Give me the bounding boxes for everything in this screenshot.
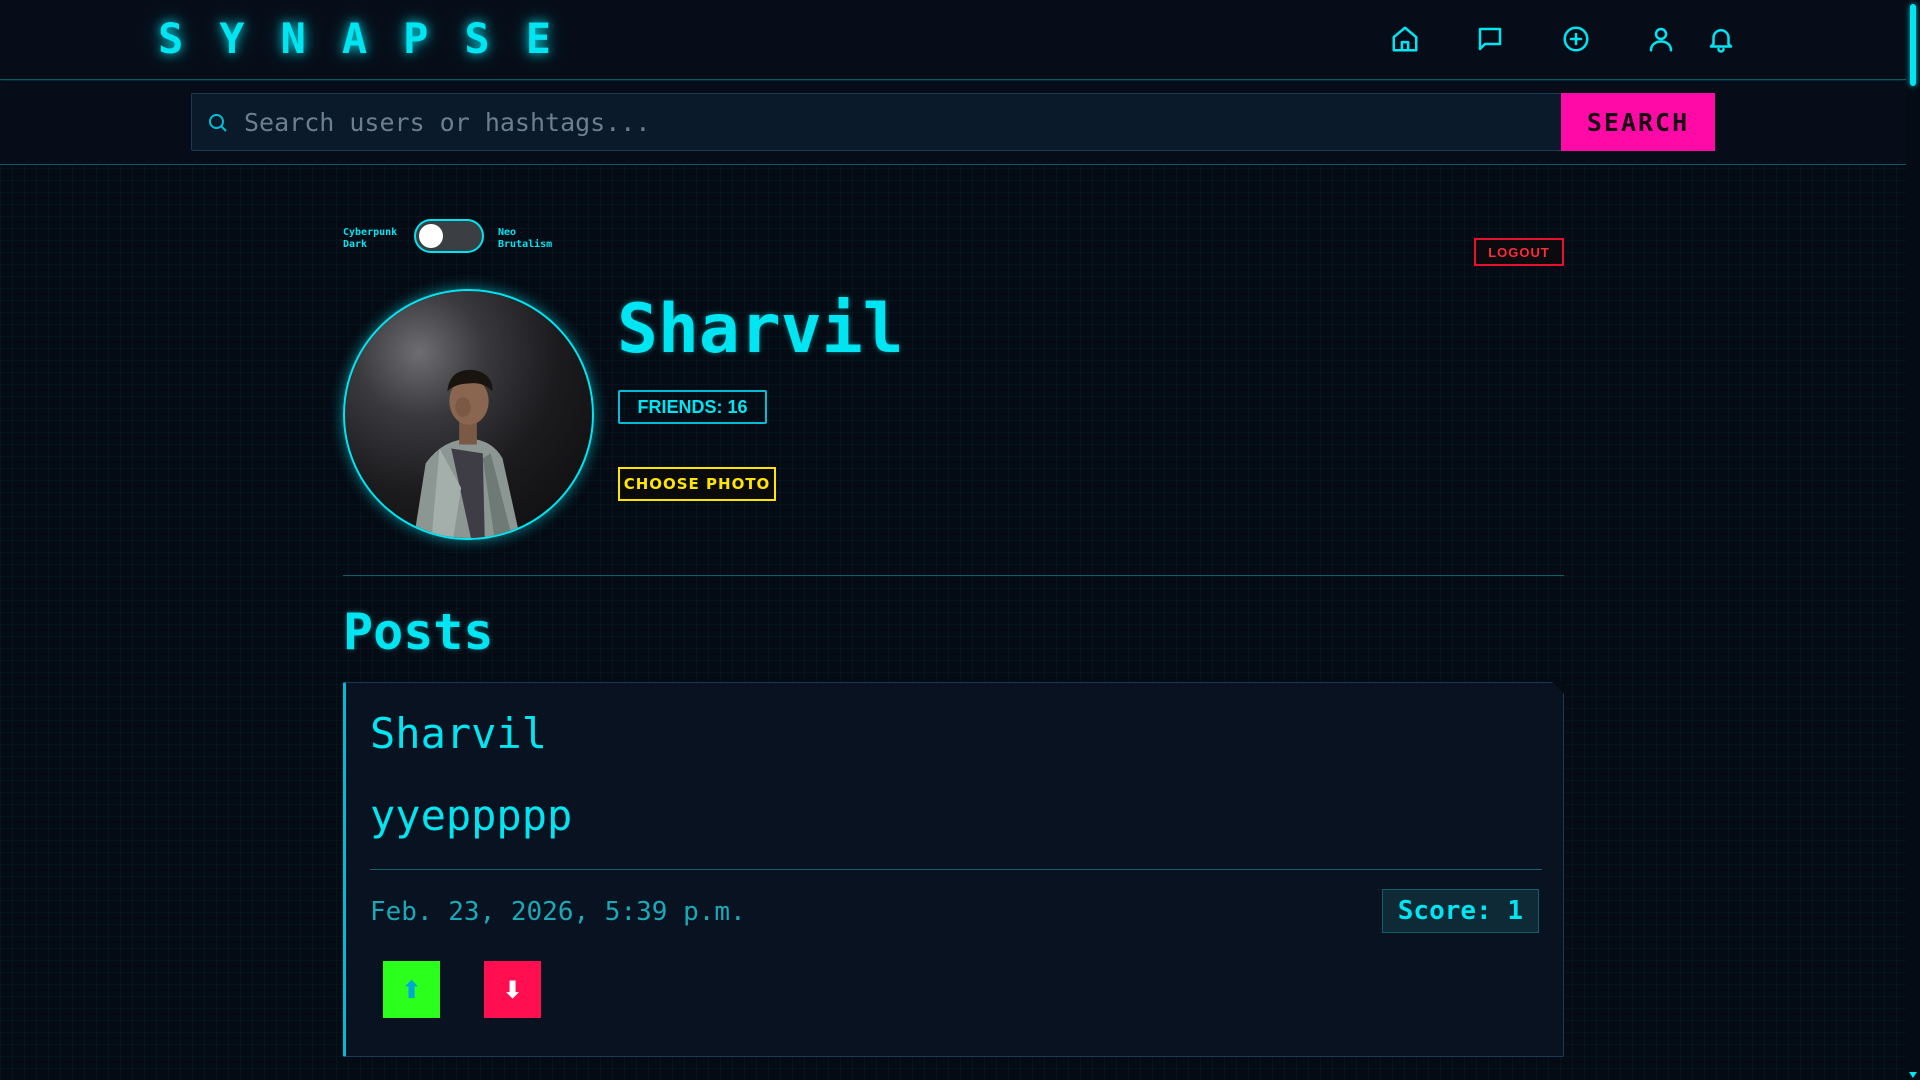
choose-photo-button[interactable]: CHOOSE PHOTO — [618, 467, 776, 501]
post-score: Score: 1 — [1381, 889, 1539, 933]
theme-switch[interactable] — [414, 219, 484, 253]
post-divider — [370, 869, 1542, 870]
page-scrollbar[interactable] — [1906, 0, 1920, 1080]
brand-logo[interactable]: SYNAPSE — [158, 14, 587, 63]
avatar — [343, 289, 594, 540]
arrow-up-icon: ⬆ — [401, 975, 422, 1004]
chat-bubble-icon[interactable] — [1473, 22, 1507, 56]
search-bar: SEARCH — [0, 81, 1906, 165]
user-icon[interactable] — [1644, 22, 1678, 56]
posts-heading: Posts — [343, 603, 494, 661]
arrow-down-icon: ⬇ — [502, 975, 523, 1004]
downvote-button[interactable]: ⬇ — [484, 961, 541, 1018]
search-button[interactable]: SEARCH — [1561, 93, 1715, 151]
scrollbar-thumb[interactable] — [1910, 4, 1916, 86]
home-icon[interactable] — [1388, 22, 1422, 56]
search-icon — [206, 111, 230, 135]
friends-count-badge[interactable]: FRIENDS: 16 — [618, 390, 767, 424]
post-card: Sharvil yyeppppp Feb. 23, 2026, 5:39 p.m… — [343, 682, 1564, 1057]
theme-label-neo-brutalism: Neo Brutalism — [498, 227, 553, 250]
post-timestamp: Feb. 23, 2026, 5:39 p.m. — [370, 897, 746, 927]
scroll-down-arrow-icon[interactable] — [1909, 1072, 1917, 1078]
switch-knob — [419, 224, 443, 248]
search-box: SEARCH — [191, 93, 1715, 151]
upvote-button[interactable]: ⬆ — [383, 961, 440, 1018]
profile-photo — [413, 369, 521, 538]
top-navbar: SYNAPSE — [0, 0, 1906, 80]
logout-button[interactable]: LOGOUT — [1474, 238, 1564, 266]
plus-circle-icon[interactable] — [1559, 22, 1593, 56]
section-divider — [343, 575, 1564, 576]
theme-label-cyberpunk: Cyberpunk Dark — [343, 227, 398, 250]
post-body: yyeppppp — [370, 791, 573, 840]
post-author[interactable]: Sharvil — [370, 709, 547, 758]
search-input[interactable] — [244, 94, 1554, 150]
profile-name: Sharvil — [617, 290, 904, 369]
bell-icon[interactable] — [1704, 22, 1738, 56]
